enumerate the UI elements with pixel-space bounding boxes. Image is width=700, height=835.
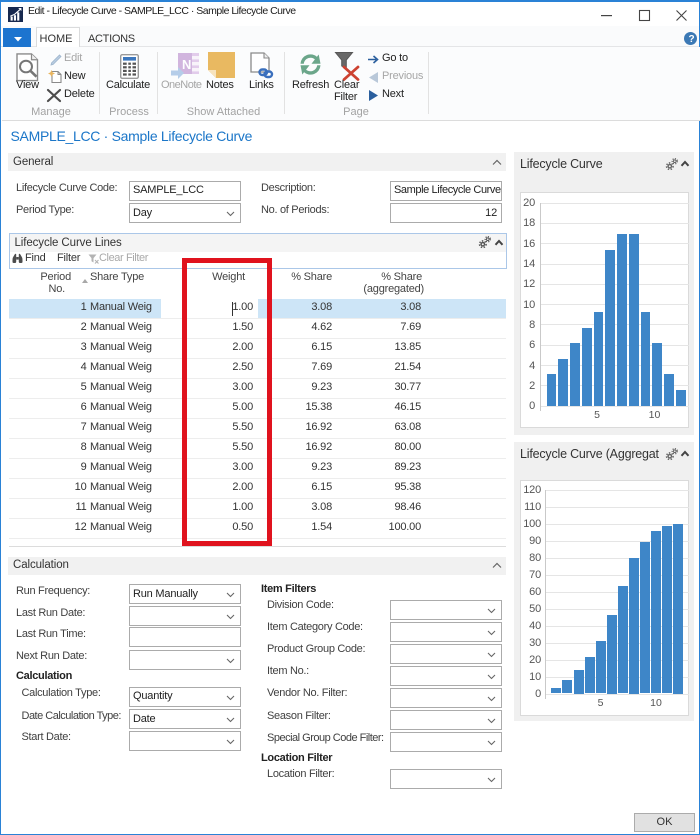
svg-text:N: N xyxy=(182,57,191,72)
